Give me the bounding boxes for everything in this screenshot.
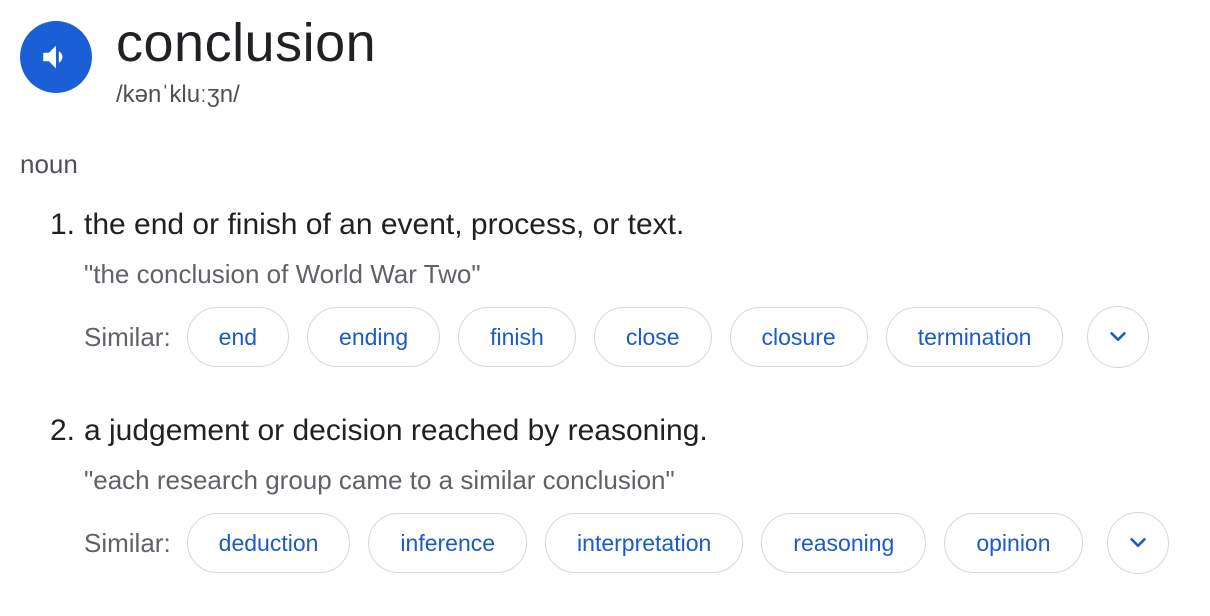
similar-chip-finish[interactable]: finish (458, 307, 576, 367)
similar-chip-interpretation[interactable]: interpretation (545, 513, 744, 573)
headword: conclusion (116, 13, 377, 73)
similar-label: Similar: (84, 321, 171, 352)
similar-chip-inference[interactable]: inference (368, 513, 528, 573)
similar-chip-end[interactable]: end (186, 307, 290, 367)
speaker-icon (43, 45, 63, 69)
similar-chip-termination[interactable]: termination (885, 307, 1064, 367)
sense-number: 2. (50, 414, 76, 447)
chevron-down-icon (1110, 332, 1127, 342)
chevron-down-icon (1129, 538, 1146, 548)
part-of-speech: noun (20, 149, 78, 179)
similar-chip-reasoning[interactable]: reasoning (761, 513, 927, 573)
expand-similar-button[interactable] (1087, 306, 1150, 368)
similar-chip-deduction[interactable]: deduction (186, 513, 351, 573)
sense-example: "each research group came to a similar c… (84, 465, 675, 495)
similar-row: Similar: end ending finish close closure… (84, 305, 1150, 369)
similar-chip-closure[interactable]: closure (729, 307, 868, 367)
sense-definition: a judgement or decision reached by reaso… (84, 414, 708, 447)
similar-label: Similar: (84, 527, 171, 558)
phonetic-spelling: /kənˈkluːʒn/ (116, 81, 240, 108)
sense-number: 1. (50, 208, 76, 241)
similar-row: Similar: deduction inference interpretat… (84, 511, 1169, 575)
pronounce-button[interactable] (20, 21, 92, 93)
similar-chip-opinion[interactable]: opinion (944, 513, 1083, 573)
similar-chip-close[interactable]: close (593, 307, 712, 367)
sense-definition: the end or finish of an event, process, … (84, 208, 685, 241)
similar-chip-ending[interactable]: ending (307, 307, 441, 367)
sense-example: "the conclusion of World War Two" (84, 259, 481, 289)
expand-similar-button[interactable] (1106, 512, 1169, 574)
